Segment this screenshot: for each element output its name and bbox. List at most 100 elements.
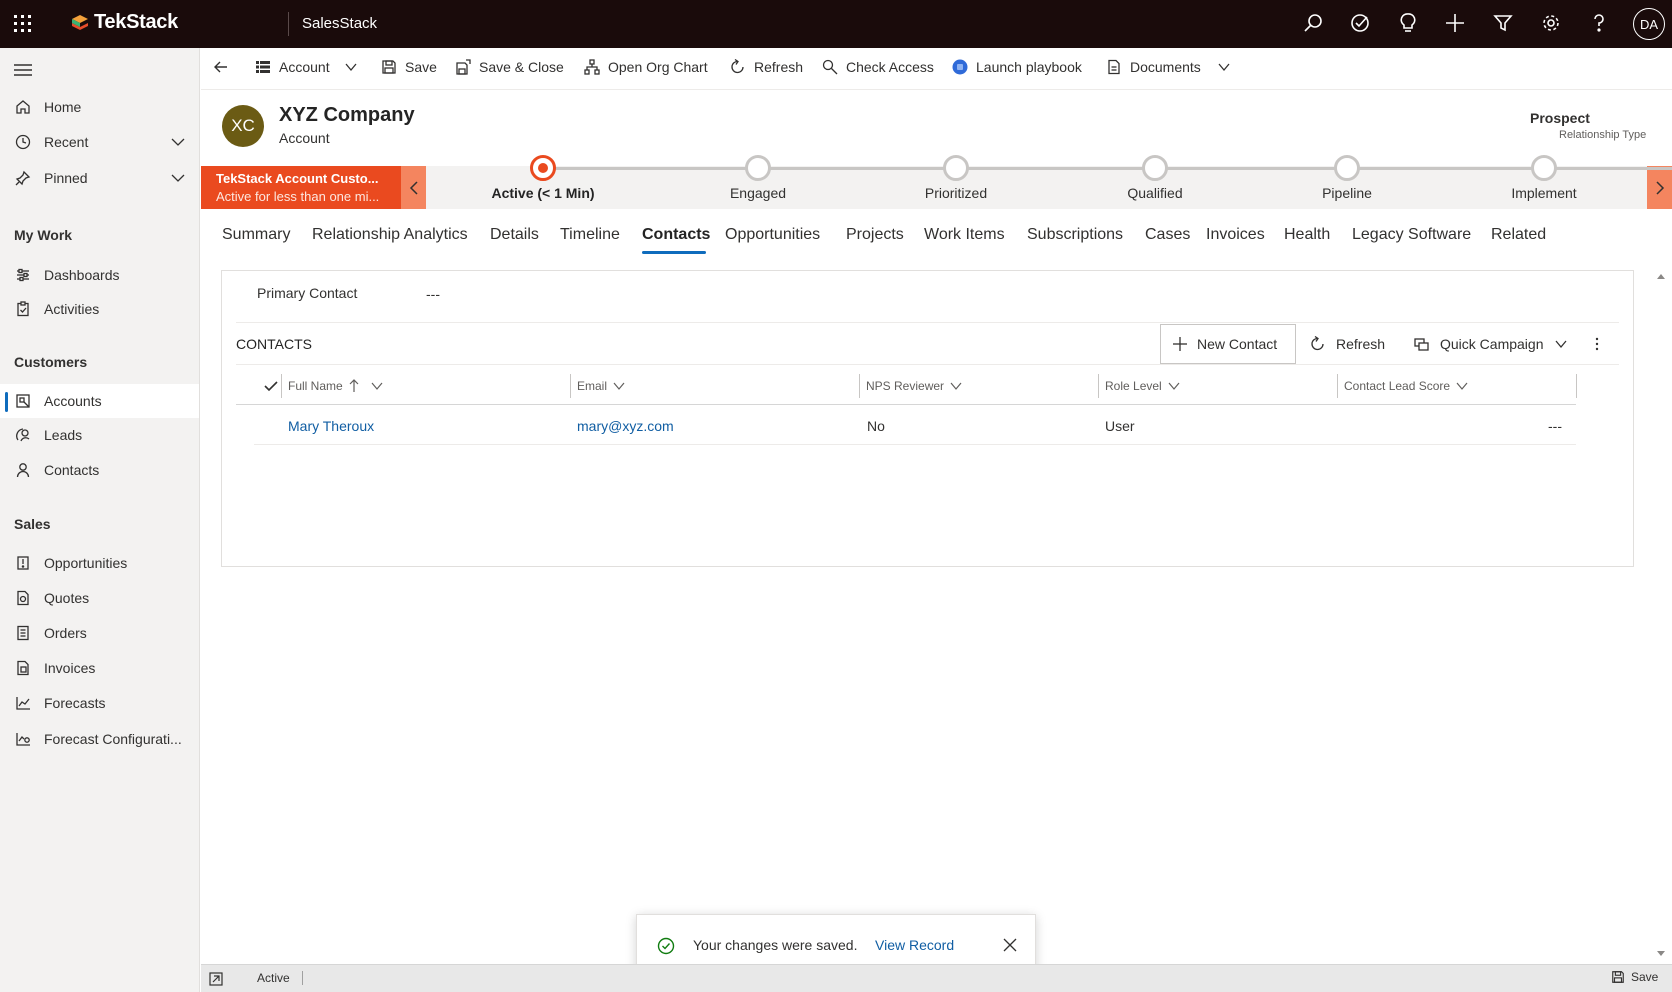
chevron-down-icon[interactable]	[1217, 60, 1231, 74]
cell-email[interactable]: mary@xyz.com	[577, 418, 674, 434]
bpf-stage-implement[interactable]: Implement	[1464, 155, 1624, 201]
checkmark-icon	[264, 379, 278, 393]
sidebar-item-forecasts[interactable]: Forecasts	[0, 686, 199, 720]
chevron-down-icon[interactable]	[1456, 380, 1468, 392]
back-button[interactable]	[213, 59, 229, 75]
process-flyout[interactable]: TekStack Account Custo... Active for les…	[201, 166, 401, 209]
sidebar-item-leads[interactable]: Leads	[0, 418, 199, 452]
contacts-section	[221, 270, 1634, 567]
account-form-selector[interactable]: Account	[255, 59, 358, 75]
plus-icon[interactable]	[1444, 12, 1466, 34]
footer-save-button[interactable]: Save	[1611, 970, 1658, 984]
save-and-close-button[interactable]: Save & Close	[455, 59, 564, 75]
app-launcher-icon[interactable]	[12, 13, 34, 35]
tab-cases[interactable]: Cases	[1145, 226, 1190, 244]
invoice-icon	[14, 659, 32, 677]
toast-message: Your changes were saved.	[693, 937, 858, 953]
tab-details[interactable]: Details	[490, 226, 539, 244]
open-in-new-window-icon[interactable]	[209, 972, 223, 986]
primary-contact-field[interactable]: ---	[426, 286, 440, 302]
sidebar-item-quotes[interactable]: Quotes	[0, 581, 199, 615]
search-icon[interactable]	[1302, 12, 1324, 34]
close-icon[interactable]	[1003, 938, 1017, 952]
tab-subscriptions[interactable]: Subscriptions	[1027, 226, 1123, 244]
save-button[interactable]: Save	[381, 59, 437, 75]
bpf-stage-qualified[interactable]: Qualified	[1075, 155, 1235, 201]
save-label: Save	[405, 59, 437, 75]
launch-playbook-button[interactable]: Launch playbook	[952, 59, 1082, 75]
sidebar-item-activities[interactable]: Activities	[0, 292, 199, 326]
gear-icon[interactable]	[1540, 12, 1562, 34]
scroll-down-icon[interactable]	[1656, 950, 1666, 958]
clock-icon	[14, 133, 32, 151]
column-header-role-level[interactable]: Role Level	[1105, 379, 1180, 393]
clipboard-icon	[14, 300, 32, 318]
tab-related[interactable]: Related	[1491, 226, 1546, 244]
tab-contacts[interactable]: Contacts	[642, 226, 710, 244]
task-icon[interactable]	[1349, 12, 1371, 34]
more-commands-button[interactable]	[1591, 324, 1603, 364]
bpf-stage-engaged[interactable]: Engaged	[678, 155, 838, 201]
select-all-checkbox[interactable]	[264, 379, 278, 393]
app-name[interactable]: SalesStack	[302, 15, 377, 32]
relationship-type-value[interactable]: Prospect	[1530, 110, 1590, 126]
sidebar-item-dashboards[interactable]: Dashboards	[0, 258, 199, 292]
refresh-button[interactable]: Refresh	[730, 59, 803, 75]
sidebar-item-contacts[interactable]: Contacts	[0, 453, 199, 487]
chevron-down-icon[interactable]	[950, 380, 962, 392]
chevron-down-icon[interactable]	[371, 380, 383, 392]
sidebar-item-recent[interactable]: Recent	[0, 125, 199, 159]
cell-full-name[interactable]: Mary Theroux	[288, 418, 374, 434]
column-header-nps-reviewer[interactable]: NPS Reviewer	[866, 379, 962, 393]
column-header-email[interactable]: Email	[577, 379, 625, 393]
hamburger-menu-icon[interactable]	[14, 63, 32, 77]
quick-campaign-button[interactable]: Quick Campaign	[1414, 324, 1568, 364]
chevron-down-icon[interactable]	[1168, 380, 1180, 392]
tab-summary[interactable]: Summary	[222, 226, 290, 244]
new-contact-button[interactable]: New Contact	[1160, 324, 1296, 364]
chevron-down-icon[interactable]	[1554, 337, 1568, 351]
page-scrollbar[interactable]	[1654, 270, 1668, 960]
sidebar-item-accounts[interactable]: Accounts	[0, 384, 199, 418]
chevron-down-icon[interactable]	[170, 134, 186, 150]
sidebar-item-pinned[interactable]: Pinned	[0, 161, 199, 195]
chevron-down-icon[interactable]	[613, 380, 625, 392]
user-avatar[interactable]: DA	[1633, 8, 1665, 40]
sidebar-item-orders[interactable]: Orders	[0, 616, 199, 650]
tab-projects[interactable]: Projects	[846, 226, 904, 244]
grid-refresh-button[interactable]: Refresh	[1310, 324, 1385, 364]
tab-health[interactable]: Health	[1284, 226, 1330, 244]
help-icon[interactable]	[1588, 12, 1610, 34]
column-header-full-name[interactable]: Full Name	[288, 379, 383, 393]
campaign-icon	[1414, 336, 1430, 352]
tab-opportunities[interactable]: Opportunities	[725, 226, 820, 244]
filter-icon[interactable]	[1492, 12, 1514, 34]
tab-legacy-software[interactable]: Legacy Software	[1352, 226, 1471, 244]
bpf-stage-pipeline[interactable]: Pipeline	[1267, 155, 1427, 201]
sidebar-item-forecast-configuration[interactable]: Forecast Configurati...	[0, 722, 199, 756]
documents-button[interactable]: Documents	[1106, 59, 1231, 75]
bpf-stage-active[interactable]: Active (< 1 Min)	[463, 155, 623, 201]
tab-work-items[interactable]: Work Items	[924, 226, 1005, 244]
sidebar-item-opportunities[interactable]: Opportunities	[0, 546, 199, 580]
chevron-down-icon[interactable]	[170, 170, 186, 186]
tab-timeline[interactable]: Timeline	[560, 226, 620, 244]
scroll-up-icon[interactable]	[1656, 272, 1666, 280]
bpf-next-button[interactable]	[1647, 166, 1672, 209]
bpf-prev-button[interactable]	[401, 166, 426, 209]
tab-invoices[interactable]: Invoices	[1206, 226, 1265, 244]
column-header-contact-lead-score[interactable]: Contact Lead Score	[1344, 379, 1468, 393]
check-access-button[interactable]: Check Access	[822, 59, 934, 75]
quick-campaign-label: Quick Campaign	[1440, 336, 1544, 352]
sidebar-item-invoices[interactable]: Invoices	[0, 651, 199, 685]
open-org-chart-button[interactable]: Open Org Chart	[584, 59, 708, 75]
view-record-link[interactable]: View Record	[875, 937, 954, 953]
nav-group-sales: Sales	[14, 516, 51, 532]
leads-icon	[14, 426, 32, 444]
chevron-down-icon[interactable]	[344, 60, 358, 74]
lightbulb-icon[interactable]	[1397, 12, 1419, 34]
brand-logo[interactable]: TekStack	[70, 11, 178, 34]
sidebar-item-home[interactable]: Home	[0, 90, 199, 124]
tab-relationship-analytics[interactable]: Relationship Analytics	[312, 226, 468, 244]
bpf-stage-prioritized[interactable]: Prioritized	[876, 155, 1036, 201]
